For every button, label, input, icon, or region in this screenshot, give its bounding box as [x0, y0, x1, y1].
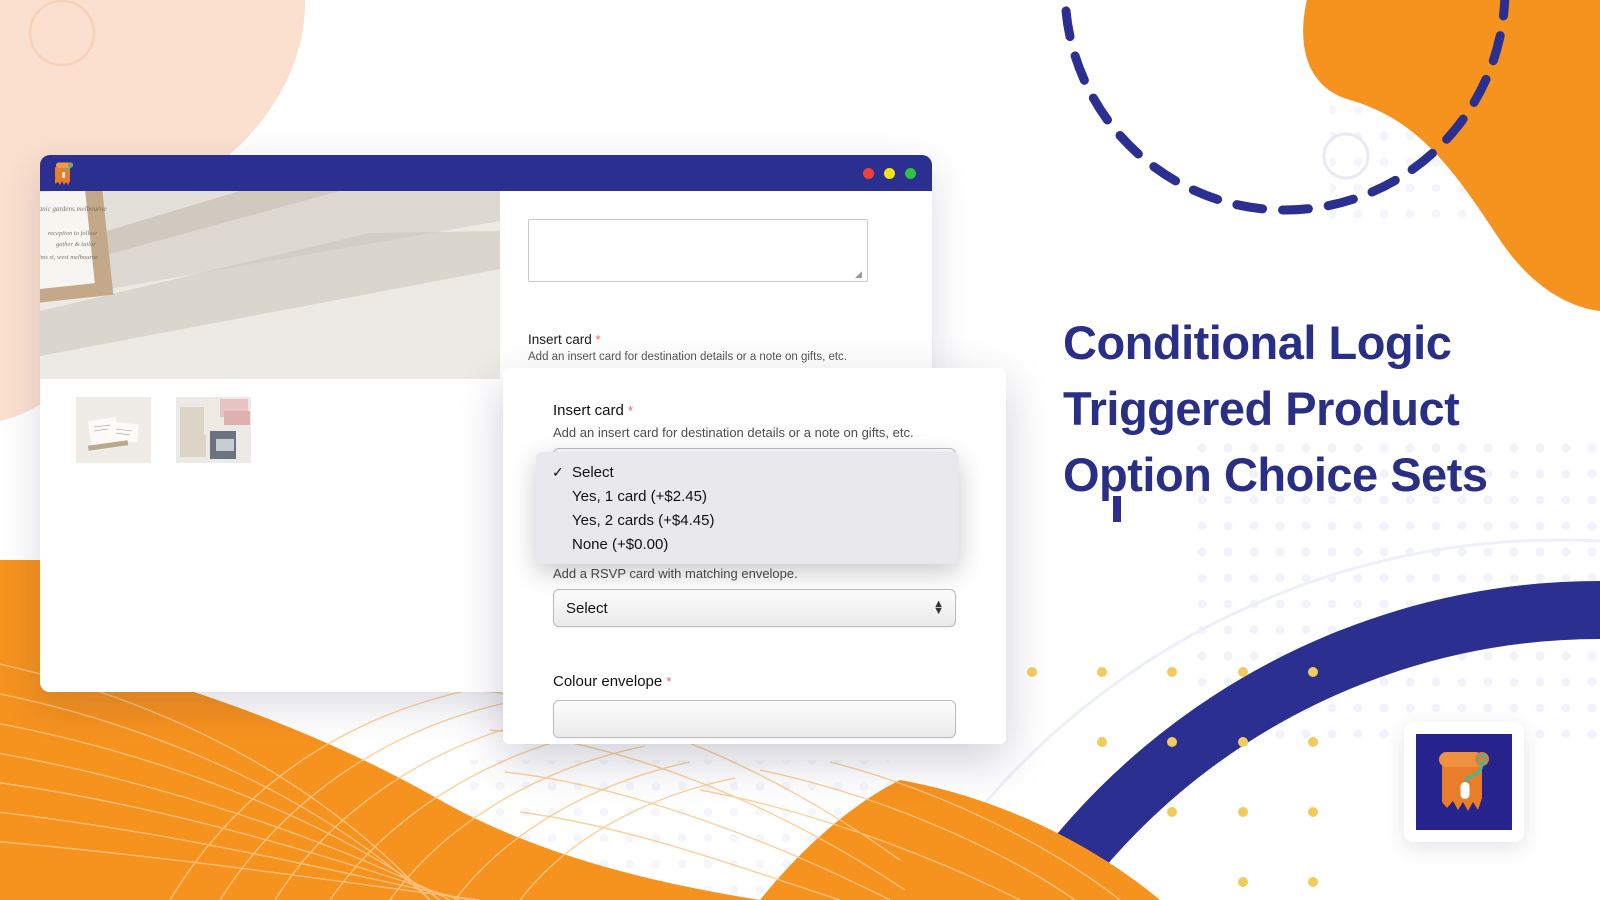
menu-item[interactable]: Yes, 2 cards (+$4.45): [536, 508, 959, 532]
colour-envelope-label: Colour envelope: [553, 673, 663, 690]
brand-badge: [1404, 722, 1524, 842]
insert-card-label: Insert card: [528, 332, 592, 347]
page-headline: Conditional Logic Triggered Product Opti…: [1063, 310, 1563, 508]
check-icon: ✓: [552, 463, 564, 480]
rsvp-selected: Select: [566, 599, 608, 617]
menu-item[interactable]: None (+$0.00): [536, 532, 959, 556]
resize-handle-icon[interactable]: ◢: [855, 269, 865, 279]
menu-item[interactable]: Yes, 1 card (+$2.45): [536, 484, 959, 508]
note-textarea[interactable]: ◢: [528, 219, 868, 282]
required-marker: *: [595, 332, 601, 347]
headline-line-3: Option Choice Sets: [1063, 448, 1488, 501]
maximize-dot[interactable]: [905, 167, 916, 179]
chevron-updown-icon: ▲▼: [933, 598, 944, 617]
svg-text:gather & tailor: gather & tailor: [56, 241, 96, 248]
insert-card-dropdown-menu[interactable]: ✓ Select Yes, 1 card (+$2.45) Yes, 2 car…: [536, 452, 959, 564]
product-gallery: l botanic gardens melbourne reception to…: [40, 191, 500, 692]
menu-item[interactable]: ✓ Select: [536, 460, 959, 484]
insert-card-help: Add an insert card for destination detai…: [528, 351, 847, 363]
headline-line-2: Triggered Product: [1063, 382, 1460, 435]
insert-card-help: Add an insert card for destination detai…: [553, 425, 914, 440]
minimize-dot[interactable]: [884, 167, 895, 179]
rsvp-help: Add a RSVP card with matching envelope.: [553, 566, 798, 581]
insert-card-label: Insert card: [553, 402, 624, 419]
required-marker: *: [628, 403, 634, 418]
menu-item-label: Yes, 1 card (+$2.45): [572, 487, 707, 505]
field-label: Insert card *: [553, 402, 956, 419]
list-item[interactable]: [176, 397, 251, 463]
brand-inner-square: [1416, 734, 1512, 830]
headline-line-1: Conditional Logic: [1063, 316, 1452, 369]
svg-text:l botanic gardens melbourne: l botanic gardens melbourne: [40, 205, 106, 213]
colour-envelope-select[interactable]: [553, 700, 956, 738]
paint-roller-icon: [1429, 744, 1499, 821]
thumbnail-strip[interactable]: [40, 379, 500, 463]
menu-item-label: Select: [572, 463, 614, 481]
field-label: Insert card *: [528, 332, 904, 347]
list-item[interactable]: [76, 397, 151, 463]
product-hero-image: l botanic gardens melbourne reception to…: [40, 191, 500, 379]
required-marker: *: [666, 674, 672, 689]
svg-text:reception to follow: reception to follow: [48, 230, 98, 237]
popup-field-colour-envelope: Colour envelope *: [553, 673, 956, 738]
close-dot[interactable]: [863, 167, 874, 179]
menu-item-label: None (+$0.00): [572, 535, 669, 553]
window-controls[interactable]: [863, 167, 916, 179]
paint-roller-icon: [52, 160, 76, 186]
field-label: Colour envelope *: [553, 673, 956, 690]
rsvp-select[interactable]: Select ▲ ▼: [553, 589, 956, 627]
menu-item-label: Yes, 2 cards (+$4.45): [572, 511, 715, 529]
svg-text:-59 sims st, west melbourne: -59 sims st, west melbourne: [40, 254, 98, 261]
window-title-bar: [40, 155, 932, 191]
